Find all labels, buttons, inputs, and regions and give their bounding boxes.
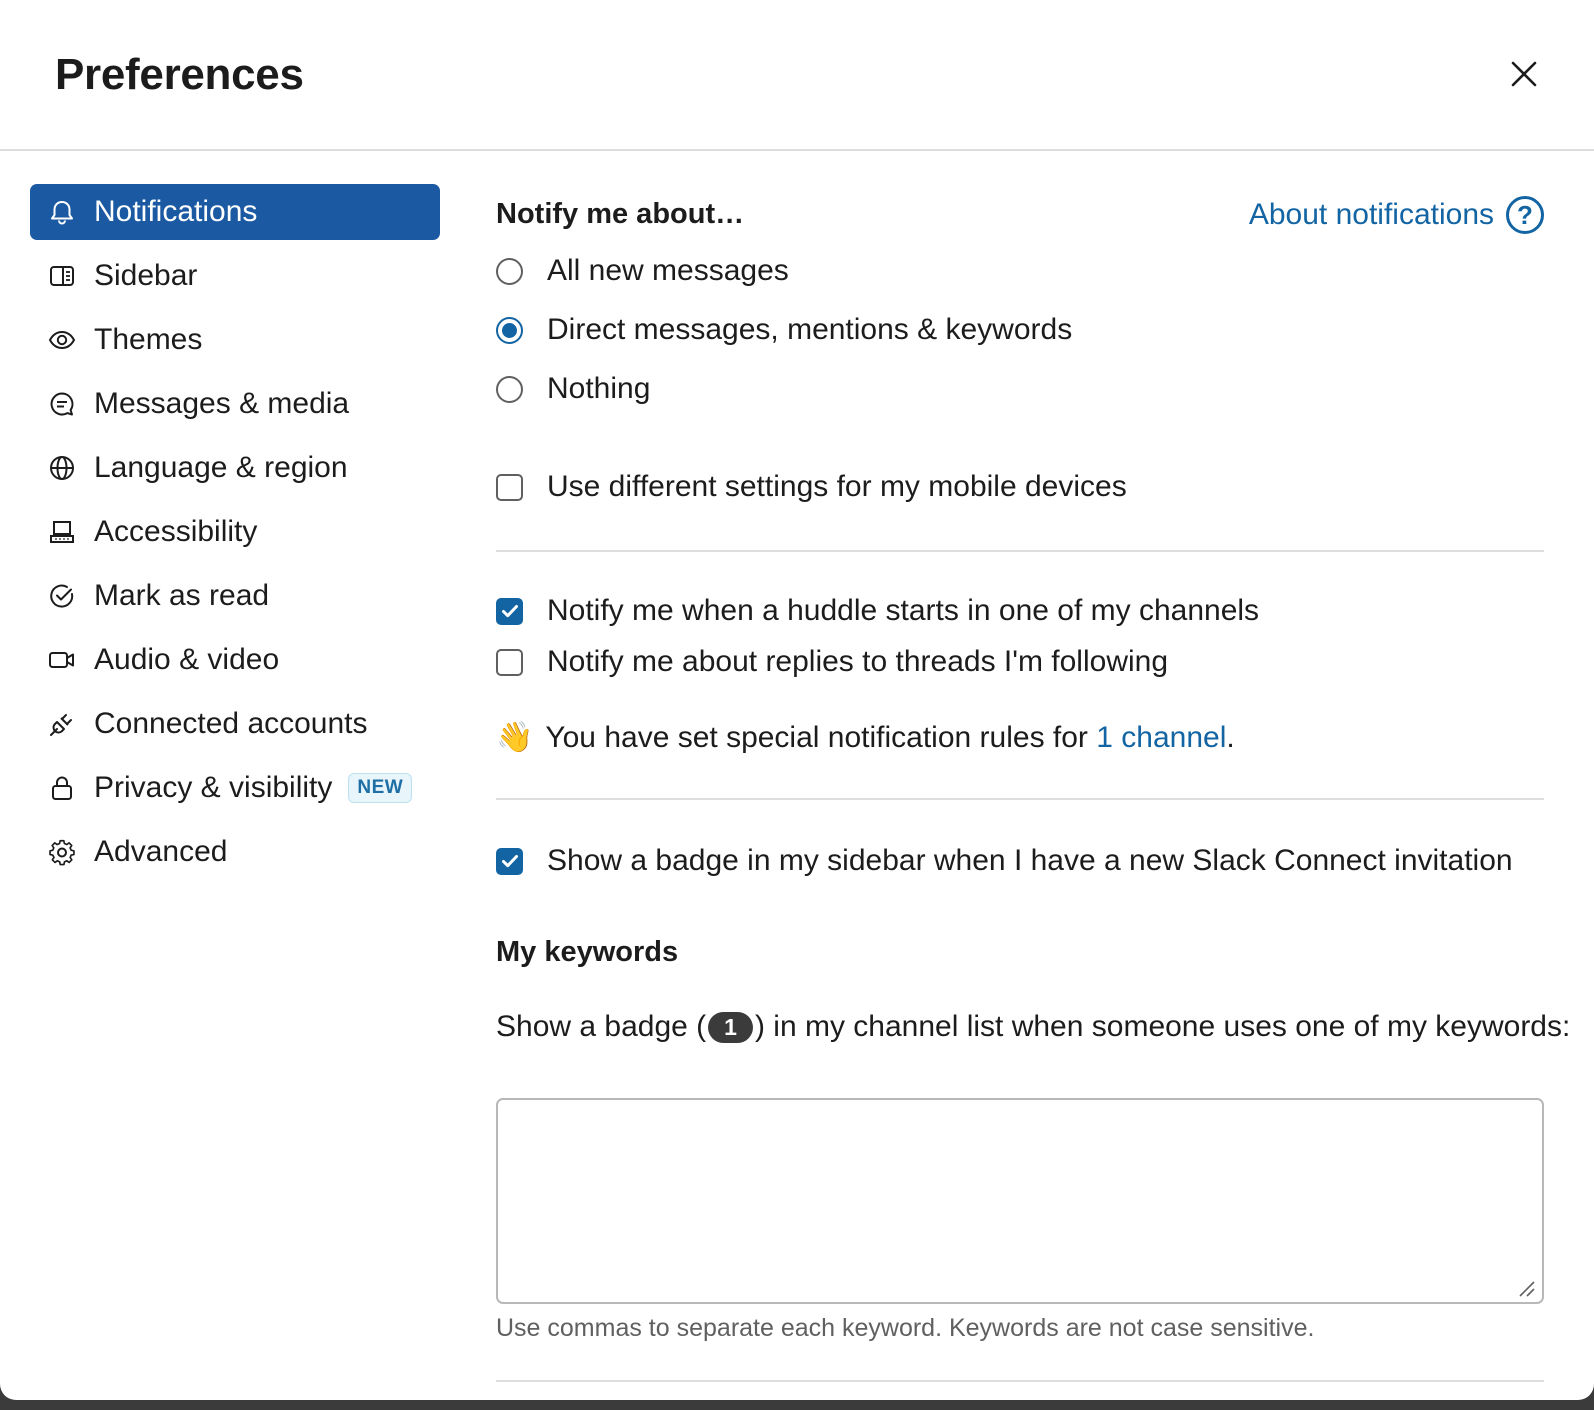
message-icon (48, 390, 76, 418)
sidebar-item-label: Privacy & visibility (94, 771, 333, 804)
channel-link[interactable]: 1 channel (1096, 721, 1226, 755)
slack-connect-badge-checkbox[interactable]: Show a badge in my sidebar when I have a… (496, 844, 1513, 878)
keyboard-icon (48, 518, 76, 546)
sidebar-item-advanced[interactable]: Advanced (30, 824, 440, 880)
radio-button[interactable] (496, 257, 523, 285)
waving-hand-icon: 👋 (496, 721, 534, 754)
sidebar-item-privacy-visibility[interactable]: Privacy & visibility NEW (30, 760, 440, 816)
lock-icon (48, 774, 76, 802)
keywords-heading: My keywords (496, 936, 679, 968)
keywords-desc-suffix: ) in my channel list when someone uses o… (754, 1010, 1571, 1043)
radio-label: Direct messages, mentions & keywords (547, 313, 1073, 346)
check-circle-icon (48, 582, 76, 610)
keywords-hint: Use commas to separate each keyword. Key… (496, 1314, 1315, 1342)
sidebar-item-label: Language & region (94, 451, 348, 484)
divider (496, 550, 1544, 552)
sidebar-item-label: Accessibility (94, 515, 258, 548)
radio-all-new-messages[interactable]: All new messages (496, 254, 789, 288)
video-icon (48, 646, 76, 674)
sidebar-item-label: Audio & video (94, 643, 280, 676)
radio-label: All new messages (547, 254, 789, 287)
keywords-input[interactable] (496, 1098, 1544, 1304)
special-rules-text: You have set special notification rules … (545, 720, 1097, 754)
checkmark-icon (501, 855, 518, 868)
plug-icon (48, 710, 76, 738)
special-rules-note: 👋 You have set special notification rule… (496, 720, 1235, 755)
sidebar-item-language-region[interactable]: Language & region (30, 440, 440, 496)
checkmark-icon (501, 605, 518, 618)
checkbox-label: Show a badge in my sidebar when I have a… (547, 844, 1513, 877)
special-rules-suffix: . (1226, 720, 1235, 754)
checkbox-label: Notify me when a huddle starts in one of… (547, 594, 1260, 627)
checkbox-checked[interactable] (496, 597, 523, 625)
sidebar-item-sidebar[interactable]: Sidebar (30, 248, 440, 304)
checkbox-label: Notify me about replies to threads I'm f… (547, 645, 1169, 678)
sidebar-item-messages-media[interactable]: Messages & media (30, 376, 440, 432)
sidebar-item-themes[interactable]: Themes (30, 312, 440, 368)
divider (496, 1380, 1544, 1382)
keywords-desc-prefix: Show a badge ( (496, 1010, 707, 1043)
radio-button[interactable] (496, 375, 523, 403)
sidebar-item-connected-accounts[interactable]: Connected accounts (30, 696, 440, 752)
checkbox-checked[interactable] (496, 847, 523, 875)
radio-button-selected[interactable] (496, 316, 523, 344)
sidebar-item-mark-as-read[interactable]: Mark as read (30, 568, 440, 624)
sidebar-item-notifications[interactable]: Notifications (30, 184, 440, 240)
sidebar-item-label: Notifications (94, 195, 258, 228)
sidebar-item-label: Connected accounts (94, 707, 368, 740)
sidebar-icon (48, 262, 76, 290)
preferences-dialog: Preferences Notifications Sidebar Themes (0, 0, 1594, 1400)
new-badge: NEW (348, 773, 413, 803)
checkbox[interactable] (496, 473, 523, 501)
help-icon: ? (1506, 196, 1544, 234)
keywords-description: Show a badge ( 1 ) in my channel list wh… (496, 1010, 1570, 1044)
sidebar-item-label: Mark as read (94, 579, 270, 612)
checkbox-label: Use different settings for my mobile dev… (547, 470, 1127, 503)
close-icon (1511, 61, 1537, 87)
divider (496, 798, 1544, 800)
dialog-header: Preferences (0, 0, 1594, 151)
huddle-checkbox[interactable]: Notify me when a huddle starts in one of… (496, 594, 1259, 628)
eye-icon (48, 326, 76, 354)
gear-icon (48, 838, 76, 866)
close-button[interactable] (1500, 50, 1548, 98)
radio-nothing[interactable]: Nothing (496, 372, 650, 406)
page-title: Preferences (55, 50, 304, 99)
bell-icon (48, 198, 76, 226)
sidebar-item-label: Sidebar (94, 259, 198, 292)
sidebar-item-label: Messages & media (94, 387, 350, 420)
radio-direct-mentions-keywords[interactable]: Direct messages, mentions & keywords (496, 313, 1072, 347)
sidebar-item-label: Advanced (94, 835, 228, 868)
sidebar-item-audio-video[interactable]: Audio & video (30, 632, 440, 688)
sidebar-item-accessibility[interactable]: Accessibility (30, 504, 440, 560)
about-notifications-label: About notifications (1248, 198, 1494, 231)
resize-handle-icon[interactable] (1516, 1278, 1536, 1303)
notify-heading: Notify me about… (496, 198, 745, 230)
about-notifications-link[interactable]: About notifications ? (1249, 196, 1544, 234)
badge-count-pill: 1 (708, 1011, 753, 1043)
radio-label: Nothing (547, 372, 651, 405)
sidebar-item-label: Themes (94, 323, 203, 356)
globe-icon (48, 454, 76, 482)
preferences-sidebar: Notifications Sidebar Themes Messages & … (30, 184, 440, 888)
mobile-settings-checkbox[interactable]: Use different settings for my mobile dev… (496, 470, 1127, 504)
threads-checkbox[interactable]: Notify me about replies to threads I'm f… (496, 645, 1168, 679)
checkbox[interactable] (496, 648, 523, 676)
